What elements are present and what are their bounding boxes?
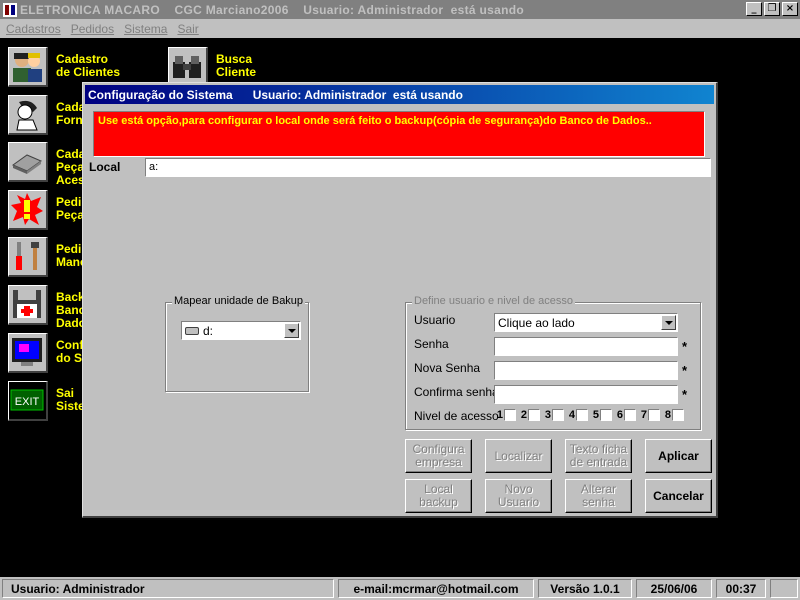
drive-icon bbox=[185, 326, 199, 335]
config-dialog: Configuração do Sistema Usuario: Adminis… bbox=[82, 82, 718, 518]
status-extra-panel bbox=[770, 579, 798, 598]
level-5-checkbox[interactable] bbox=[600, 409, 612, 421]
dialog-title[interactable]: Configuração do Sistema Usuario: Adminis… bbox=[85, 85, 714, 104]
drive-select-value: d: bbox=[203, 323, 214, 338]
level-number: 2 bbox=[520, 409, 527, 421]
level-number: 1 bbox=[496, 409, 503, 421]
drive-select[interactable]: d: bbox=[181, 321, 301, 340]
level-1-checkbox[interactable] bbox=[504, 409, 516, 421]
senha-input[interactable] bbox=[494, 337, 678, 356]
confirma-senha-input[interactable] bbox=[494, 385, 678, 404]
level-3-checkbox[interactable] bbox=[552, 409, 564, 421]
tools-icon bbox=[8, 237, 48, 277]
level-number: 7 bbox=[640, 409, 647, 421]
window-title: ELETRONICA MACARO CGC Marciano2006 Usuar… bbox=[20, 2, 524, 17]
local-label: Local bbox=[89, 160, 121, 174]
launcher-label: Cadastro de Clientes bbox=[56, 52, 121, 79]
launcher-label: Sai Siste bbox=[56, 386, 85, 413]
alert-icon bbox=[8, 190, 48, 230]
required-mark: * bbox=[682, 339, 688, 354]
exit-icon: EXIT bbox=[8, 381, 48, 421]
nova-senha-label: Nova Senha bbox=[414, 361, 481, 375]
launcher-label: Cada Forn bbox=[56, 100, 86, 127]
launcher-label: Conf do S bbox=[56, 338, 84, 365]
status-email: e-mail:mcrmar@hotmail.com bbox=[338, 579, 534, 598]
texto-ficha-button[interactable]: Texto ficha de entrada bbox=[565, 439, 632, 473]
customers-icon bbox=[8, 47, 48, 87]
level-6-checkbox[interactable] bbox=[624, 409, 636, 421]
level-number: 3 bbox=[544, 409, 551, 421]
nivel-acesso-checkboxes: 1 2 3 4 5 6 7 8 bbox=[494, 409, 686, 421]
novo-usuario-button[interactable]: Novo Usuario bbox=[485, 479, 552, 513]
status-version: Versão 1.0.1 bbox=[538, 579, 632, 598]
menu-cadastros[interactable]: Cadastros bbox=[0, 22, 65, 36]
phone-person-icon bbox=[8, 95, 48, 135]
status-bar: Usuario: Administrador e-mail:mcrmar@hot… bbox=[0, 577, 800, 600]
chevron-down-icon[interactable] bbox=[284, 323, 299, 338]
level-2-checkbox[interactable] bbox=[528, 409, 540, 421]
configura-empresa-button[interactable]: Configura empresa bbox=[405, 439, 472, 473]
nova-senha-input[interactable] bbox=[494, 361, 678, 380]
required-mark: * bbox=[682, 387, 688, 402]
nivel-acesso-label: Nivel de acesso bbox=[414, 409, 499, 423]
level-4-checkbox[interactable] bbox=[576, 409, 588, 421]
user-access-group: Define usuario e nivel de acesso Usuario… bbox=[405, 295, 701, 430]
launcher-label: Busca Cliente bbox=[216, 52, 257, 79]
monitor-icon bbox=[8, 333, 48, 373]
level-number: 8 bbox=[664, 409, 671, 421]
local-backup-button[interactable]: Local backup bbox=[405, 479, 472, 513]
local-input[interactable]: a: bbox=[145, 158, 711, 177]
menu-sistema[interactable]: Sistema bbox=[118, 22, 171, 36]
restore-button[interactable]: ❐ bbox=[764, 2, 780, 16]
cancelar-button[interactable]: Cancelar bbox=[645, 479, 712, 513]
level-number: 4 bbox=[568, 409, 575, 421]
menu-bar: Cadastros Pedidos Sistema Sair bbox=[0, 19, 800, 38]
backup-group-legend: Mapear unidade de Bakup bbox=[172, 295, 306, 307]
menu-pedidos[interactable]: Pedidos bbox=[65, 22, 118, 36]
level-8-checkbox[interactable] bbox=[672, 409, 684, 421]
launcher-label: Pedi Peça bbox=[56, 195, 85, 222]
warning-banner: Use está opção,para configurar o local o… bbox=[93, 111, 705, 157]
senha-label: Senha bbox=[414, 337, 449, 351]
main-title-bar[interactable]: ELETRONICA MACARO CGC Marciano2006 Usuar… bbox=[0, 0, 800, 19]
aplicar-button[interactable]: Aplicar bbox=[645, 439, 712, 473]
localizar-button[interactable]: Localizar bbox=[485, 439, 552, 473]
floppy-icon bbox=[8, 285, 48, 325]
user-group-legend: Define usuario e nivel de acesso bbox=[412, 295, 575, 307]
status-user: Usuario: Administrador bbox=[2, 579, 334, 598]
binoculars-icon bbox=[168, 47, 208, 87]
close-button[interactable]: × bbox=[782, 2, 798, 16]
minimize-button[interactable]: _ bbox=[746, 2, 762, 16]
menu-sair[interactable]: Sair bbox=[171, 22, 202, 36]
usuario-select[interactable]: Clique ao lado bbox=[494, 313, 678, 332]
status-time: 00:37 bbox=[716, 579, 766, 598]
app-icon bbox=[2, 2, 18, 18]
level-number: 6 bbox=[616, 409, 623, 421]
chevron-down-icon[interactable] bbox=[661, 315, 676, 330]
usuario-select-value: Clique ao lado bbox=[498, 315, 575, 330]
status-date: 25/06/06 bbox=[636, 579, 712, 598]
level-number: 5 bbox=[592, 409, 599, 421]
chip-icon bbox=[8, 142, 48, 182]
required-mark: * bbox=[682, 363, 688, 378]
confirma-senha-label: Confirma senha bbox=[414, 385, 499, 399]
alterar-senha-button[interactable]: Alterar senha bbox=[565, 479, 632, 513]
usuario-label: Usuario bbox=[414, 313, 456, 327]
launcher-label: Cada Peça Aces bbox=[56, 147, 86, 187]
backup-group: Mapear unidade de Bakup d: bbox=[165, 295, 309, 392]
level-7-checkbox[interactable] bbox=[648, 409, 660, 421]
svg-text:EXIT: EXIT bbox=[15, 396, 40, 408]
